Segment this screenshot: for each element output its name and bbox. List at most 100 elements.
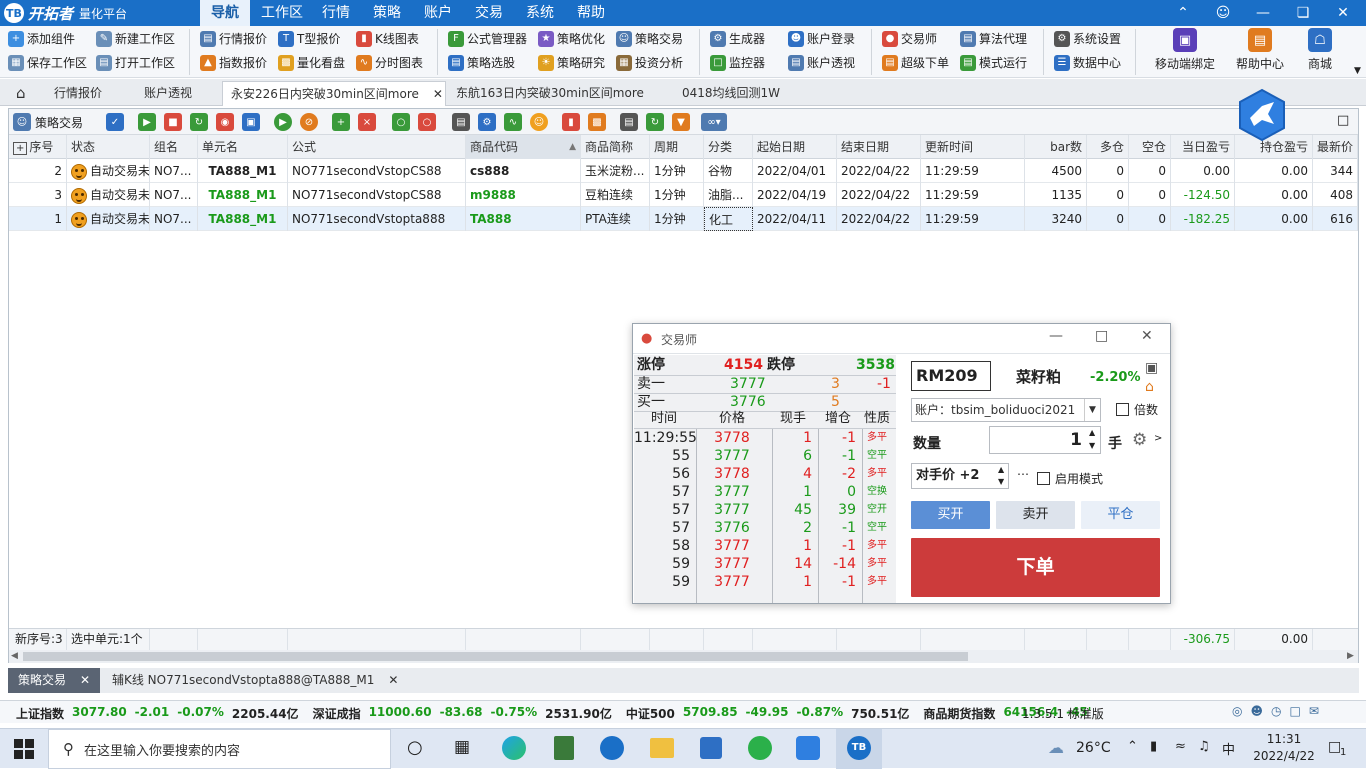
edge-icon[interactable] (502, 736, 526, 760)
smiley-icon[interactable]: ☺ (530, 113, 548, 131)
cortana-icon[interactable]: ○ (407, 737, 423, 758)
calc-icon[interactable]: ▤ (452, 113, 470, 131)
network-icon[interactable]: ◎ (1232, 704, 1242, 718)
tray-expand-icon[interactable]: ⌃ (1127, 739, 1138, 754)
users-icon[interactable]: ☻ (1250, 704, 1263, 718)
store-button[interactable]: ☖ 商城 (1300, 28, 1340, 72)
minimize-icon[interactable]: — (1243, 0, 1283, 26)
mode-run-button[interactable]: ▤ 模式运行 (960, 52, 1027, 74)
add-unit-icon[interactable]: + (332, 113, 350, 131)
scroll-right-icon[interactable]: ▶ (1347, 651, 1354, 661)
taskbar-search[interactable]: ⚲ 在这里输入你要搜索的内容 (48, 729, 391, 769)
tab-aux-kline[interactable]: 辅K线 NO771secondVstopta888@TA888_M1 ✕ (104, 668, 406, 693)
tab-0418[interactable]: 0418均线回测1W (674, 81, 788, 106)
battery-icon[interactable]: ▮ (1150, 739, 1157, 754)
price-down-icon[interactable]: ▼ (998, 477, 1004, 486)
col-code[interactable]: 商品代码 ▲ (466, 135, 581, 159)
chevron-down-icon[interactable]: ▼ (1084, 399, 1100, 421)
tab-account-view[interactable]: 账户透视 (136, 81, 200, 106)
col-period[interactable]: 周期 (650, 135, 704, 159)
chevron-right-icon[interactable]: > (1154, 433, 1162, 444)
tab-strategy-trade[interactable]: 策略交易 ✕ (8, 668, 101, 693)
close-position-button[interactable]: 平仓 (1081, 501, 1160, 529)
menu-trade[interactable]: 交易 (464, 0, 514, 26)
symbol-input[interactable]: RM209 (911, 361, 991, 391)
play-icon[interactable]: ▶ (274, 113, 292, 131)
start-auto-icon[interactable]: ▶ (138, 113, 156, 131)
col-unit[interactable]: 单元名 (198, 135, 288, 159)
invest-analysis-button[interactable]: ▦ 投资分析 (616, 52, 683, 74)
kline-icon[interactable]: ▮ (562, 113, 580, 131)
qty-up-icon[interactable]: ▲ (1089, 428, 1095, 437)
tab-donghang[interactable]: 东航163日内突破30min区间more (448, 81, 652, 106)
strategy-optimize-button[interactable]: ★ 策略优化 (538, 28, 605, 50)
sell-open-button[interactable]: 卖开 (996, 501, 1075, 529)
submit-order-button[interactable]: 下单 (911, 538, 1160, 597)
table-row[interactable]: 1 自动交易未 NO7... TA888_M1 NO771secondVstop… (9, 207, 1358, 231)
enable-mode-checkbox[interactable] (1037, 472, 1050, 485)
filter-icon[interactable]: ▼ (672, 113, 690, 131)
col-bars[interactable]: bar数 (1025, 135, 1087, 159)
help-center-button[interactable]: ▤ 帮助中心 (1233, 28, 1287, 72)
timeshare-chart-button[interactable]: ∿ 分时图表 (356, 52, 423, 74)
col-category[interactable]: 分类 (704, 135, 753, 159)
windows-start-icon[interactable] (14, 739, 34, 759)
kline-chart-button[interactable]: ▮ K线图表 (356, 28, 419, 50)
col-end[interactable]: 结束日期 (837, 135, 921, 159)
price-up-icon[interactable]: ▲ (998, 465, 1004, 474)
index-quote-button[interactable]: ▲ 指数报价 (200, 52, 267, 74)
copy-icon[interactable]: ▤ (620, 113, 638, 131)
open-workspace-button[interactable]: ▤ 打开工作区 (96, 52, 175, 74)
close-tab-icon[interactable]: ✕ (388, 668, 398, 693)
col-formula[interactable]: 公式 (288, 135, 466, 159)
sync-icon[interactable]: ↻ (190, 113, 208, 131)
menu-workspace[interactable]: 工作区 (250, 0, 314, 26)
qty-down-icon[interactable]: ▼ (1089, 441, 1095, 450)
col-last[interactable]: 最新价 (1313, 135, 1358, 159)
group-icon[interactable]: ○ (392, 113, 410, 131)
link-dropdown-icon[interactable]: ∞▾ (701, 113, 727, 131)
volume-icon[interactable]: ♫ (1198, 739, 1210, 754)
super-order-button[interactable]: ▤ 超级下单 (882, 52, 949, 74)
qty-input[interactable]: 1 (989, 426, 1101, 454)
quant-board-button[interactable]: ▩ 量化看盘 (278, 52, 345, 74)
image-icon[interactable]: ▩ (588, 113, 606, 131)
maximize-icon[interactable]: □ (1095, 328, 1108, 344)
monitor-button[interactable]: □ 监控器 (710, 52, 765, 74)
multiple-checkbox[interactable] (1116, 403, 1129, 416)
col-update[interactable]: 更新时间 (921, 135, 1025, 159)
account-login-button[interactable]: ☻ 账户登录 (788, 28, 855, 50)
col-pnl[interactable]: 当日盈亏 (1171, 135, 1235, 159)
calculator-icon[interactable] (554, 736, 574, 760)
lock-icon[interactable]: ▣ (242, 113, 260, 131)
system-settings-button[interactable]: ⚙ 系统设置 (1054, 28, 1121, 50)
close-tab-icon[interactable]: ✕ (433, 87, 443, 101)
maximize-icon[interactable]: ❏ (1283, 0, 1323, 26)
strategy-trade-button[interactable]: ☺ 策略交易 (616, 28, 683, 50)
gear-icon[interactable]: ⚙ (1132, 430, 1147, 450)
close-tab-icon[interactable]: ✕ (80, 668, 90, 693)
account-select[interactable]: 账户：tbsim_boliduoci2021 ▼ (911, 398, 1101, 422)
more-icon[interactable]: ⋯ (1017, 467, 1029, 481)
scroll-thumb[interactable] (23, 652, 968, 661)
forbid-icon[interactable]: ⊘ (300, 113, 318, 131)
ribbon-expand-icon[interactable]: ▼ (1354, 66, 1361, 76)
col-start[interactable]: 起始日期 (753, 135, 837, 159)
mobile-bind-button[interactable]: ▣ 移动端绑定 (1152, 28, 1218, 72)
col-group[interactable]: 组名 (150, 135, 198, 159)
menu-system[interactable]: 系统 (515, 0, 565, 26)
task-view-icon[interactable]: ▦ (454, 737, 470, 757)
account-view-button[interactable]: ▤ 账户透视 (788, 52, 855, 74)
add-widget-button[interactable]: + 添加组件 (8, 28, 75, 50)
stock-screen-button[interactable]: ▤ 策略选股 (448, 52, 515, 74)
price-mode-select[interactable]: 对手价 +2 (911, 463, 1009, 489)
col-long[interactable]: 多仓 (1087, 135, 1129, 159)
floating-assistant-icon[interactable] (1237, 88, 1287, 142)
stop-auto-icon[interactable]: ■ (164, 113, 182, 131)
trader-button[interactable]: ● 交易师 (882, 28, 937, 50)
refresh-icon[interactable]: ↻ (646, 113, 664, 131)
data-center-button[interactable]: ☰ 数据中心 (1054, 52, 1121, 74)
close-icon[interactable]: ✕ (1323, 0, 1363, 26)
generator-button[interactable]: ⚙ 生成器 (710, 28, 765, 50)
browser-icon[interactable] (600, 736, 624, 760)
